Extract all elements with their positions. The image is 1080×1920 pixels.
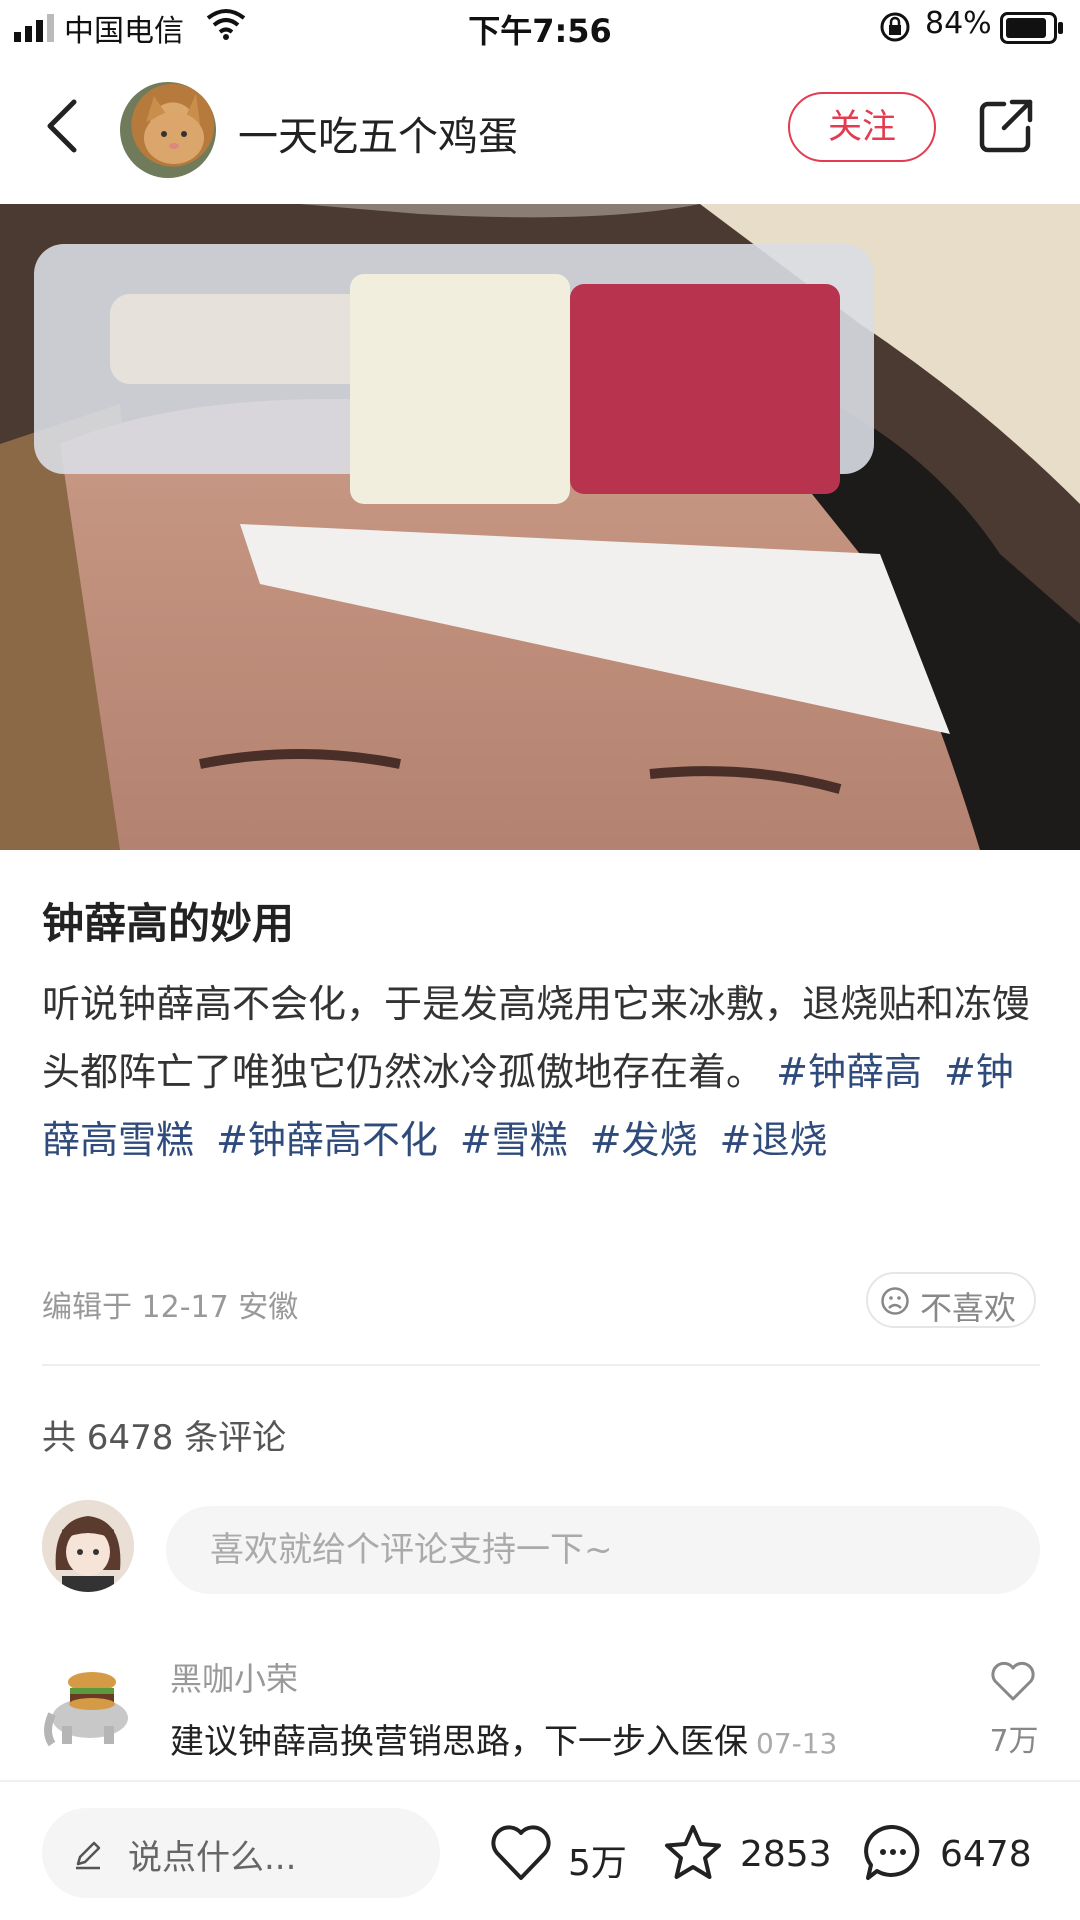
elephant-burger-icon [44,1672,128,1747]
hashtag[interactable]: #雪糕 [460,1118,568,1162]
post-body: 听说钟薛高不会化，于是发高烧用它来冰敷，退烧贴和冻馒头都阵亡了唯独它仍然冰冷孤傲… [42,970,1042,1174]
commenter-name[interactable]: 黑咖小荣 [170,1654,298,1700]
comment-date: 07-13 [756,1727,838,1760]
comment-text: 建议钟薛高换营销思路，下一步入医保 07-13 [170,1714,837,1763]
hashtag[interactable]: #发烧 [590,1118,698,1162]
like-count: 5万 [568,1843,627,1884]
hashtag[interactable]: #钟薛高 [776,1050,922,1094]
cat-avatar-icon [144,94,204,164]
bottom-divider [0,1780,1080,1782]
comment-input[interactable]: 喜欢就给个评论支持一下~ [166,1506,1040,1594]
comment-total-count: 6478 [940,1834,1032,1875]
battery-icon [1000,12,1063,44]
commenter-avatar[interactable] [42,1652,138,1748]
star-icon[interactable] [662,1822,724,1884]
hashtag[interactable]: #钟薛高不化 [216,1118,438,1162]
comment-body: 建议钟薛高换营销思路，下一步入医保 [170,1722,748,1762]
my-avatar [42,1500,134,1592]
comment-like-heart-icon[interactable] [990,1660,1036,1702]
ice-cream-forehead-photo [0,204,1080,850]
dislike-label: 不喜欢 [920,1289,1017,1327]
pencil-icon [76,1841,101,1870]
rotation-lock-icon [880,12,910,42]
girl-avatar-icon [42,1500,134,1592]
follow-button[interactable]: 关注 [788,92,936,162]
post-title: 钟薛高的妙用 [42,899,295,948]
sad-face-icon [881,1287,909,1315]
status-bar: 中国电信 下午7:56 84% [0,0,1080,58]
hashtag[interactable]: #退烧 [720,1118,828,1162]
post-meta: 编辑于 12-17 安徽 [42,1290,299,1325]
like-heart-icon[interactable] [490,1822,552,1884]
author-avatar[interactable] [120,82,216,178]
divider [42,1364,1040,1366]
post-image[interactable] [0,204,1080,850]
favorite-count: 2853 [740,1834,832,1875]
share-icon[interactable] [978,98,1034,154]
comment-count: 共 6478 条评论 [42,1418,287,1458]
author-name[interactable]: 一天吃五个鸡蛋 [238,104,518,162]
say-something-input[interactable]: 说点什么... [42,1808,440,1898]
battery-percent: 84% [925,6,992,41]
back-arrow-icon[interactable] [42,96,82,156]
comment-like-count: 7万 [989,1724,1039,1759]
status-time: 下午7:56 [468,12,612,50]
say-something-placeholder: 说点什么... [128,1838,297,1878]
dislike-button[interactable]: 不喜欢 [866,1272,1036,1328]
comment-bubble-icon[interactable] [862,1822,924,1884]
